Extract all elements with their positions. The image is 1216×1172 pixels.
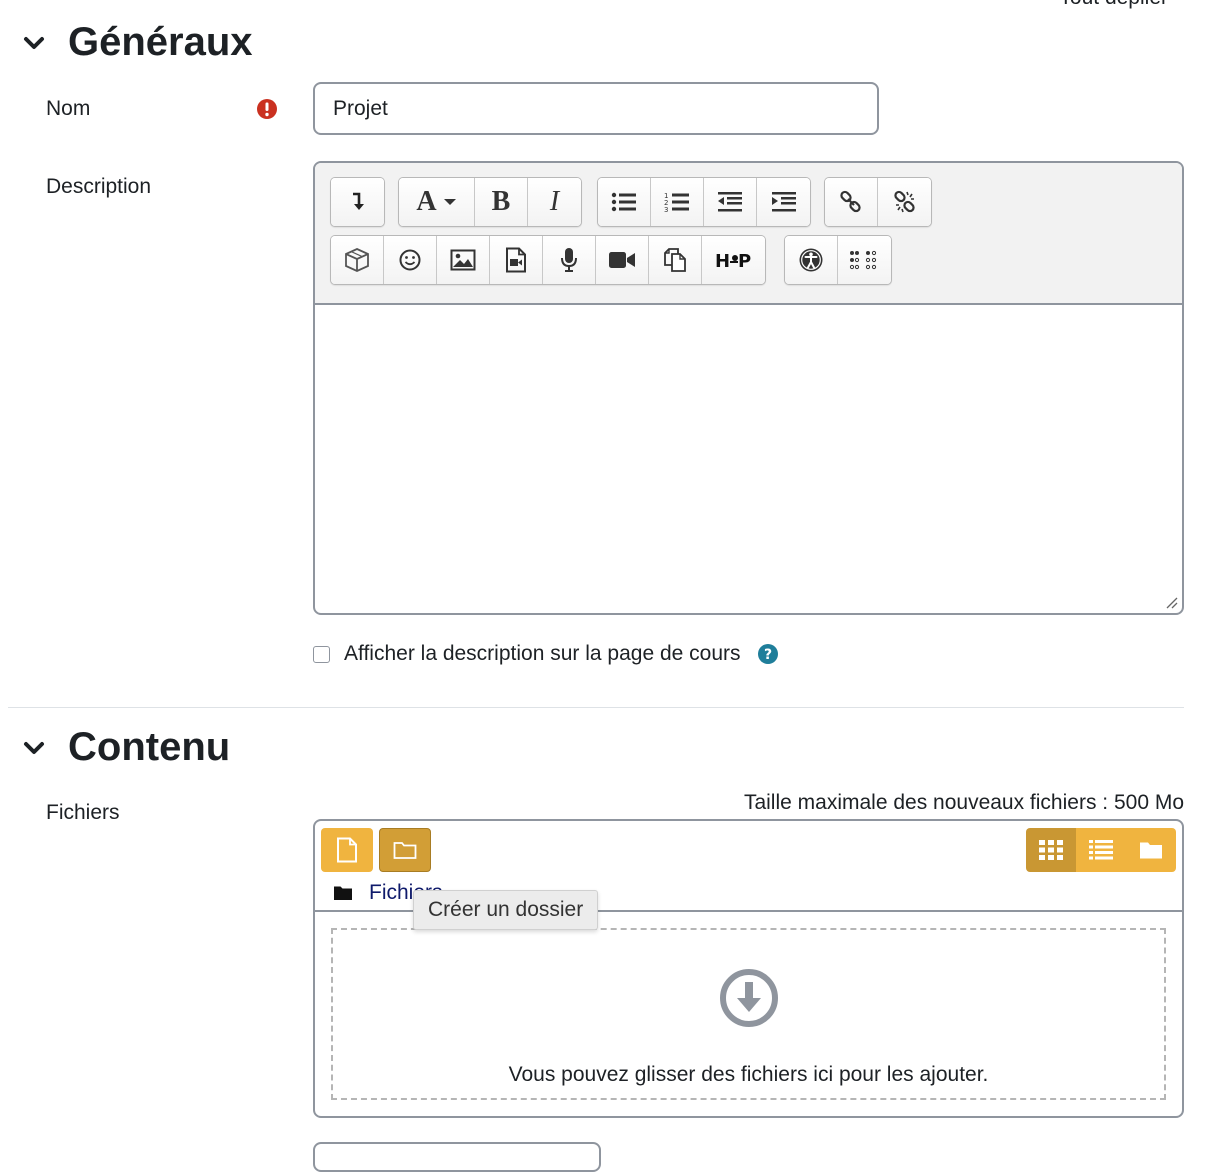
bold-button[interactable]: B: [475, 178, 528, 226]
record-audio-button[interactable]: [543, 236, 596, 284]
editor-content-area[interactable]: [315, 305, 1182, 613]
unlink-icon: [893, 190, 915, 213]
toolbar-group-collapse: [330, 177, 385, 227]
folder-solid-icon: [1140, 842, 1162, 859]
toolbar-group-style: A B I: [398, 177, 582, 227]
required-icon: [256, 98, 278, 120]
grid-icon: [1039, 840, 1063, 860]
copy-files-icon: [664, 248, 686, 272]
file-video-icon: [506, 247, 526, 273]
files-label: Fichiers: [46, 801, 120, 824]
name-label: Nom: [46, 97, 91, 120]
view-switcher: [1026, 828, 1176, 872]
view-list-button[interactable]: [1076, 828, 1126, 872]
expand-all-link[interactable]: Tout déplier: [1059, 0, 1168, 10]
braille-icon: [849, 250, 876, 270]
record-video-button[interactable]: [596, 236, 649, 284]
manage-files-button[interactable]: [649, 236, 702, 284]
folder-icon: [393, 842, 417, 859]
bullet-list-icon: [611, 192, 636, 212]
h5p-icon: HP: [715, 251, 751, 270]
create-folder-tooltip: Créer un dossier: [413, 890, 599, 930]
list-icon: [1089, 840, 1113, 860]
link-icon: [840, 190, 861, 213]
indent-icon: [771, 192, 796, 212]
view-icons-button[interactable]: [1026, 828, 1076, 872]
font-style-icon: A: [416, 186, 437, 217]
toolbar-group-insert: HP: [330, 235, 766, 285]
image-icon: [450, 249, 476, 271]
show-description-checkbox[interactable]: [313, 645, 330, 663]
accessibility-checker-button[interactable]: [785, 236, 838, 284]
numbered-list-icon: 123: [664, 192, 689, 213]
toolbar-group-lists: 123: [597, 177, 811, 227]
file-dropzone[interactable]: Vous pouvez glisser des fichiers ici pou…: [331, 928, 1166, 1100]
italic-button[interactable]: I: [528, 178, 581, 226]
indent-button[interactable]: [757, 178, 810, 226]
resize-handle-icon[interactable]: [1164, 595, 1178, 609]
show-description-row: Afficher la description sur la page de c…: [313, 642, 779, 666]
partial-button-below[interactable]: [313, 1142, 601, 1172]
svg-text:3: 3: [664, 206, 668, 213]
video-camera-icon: [609, 252, 635, 268]
font-style-button[interactable]: A: [399, 178, 475, 226]
editor-toolbar: A B I 123 H P: [315, 163, 1182, 305]
svg-text:P: P: [738, 251, 751, 270]
emoji-button[interactable]: [384, 236, 437, 284]
help-icon[interactable]: ?: [757, 643, 779, 665]
link-button[interactable]: [825, 178, 878, 226]
section-title-content: Contenu: [68, 725, 231, 769]
view-tree-button[interactable]: [1126, 828, 1176, 872]
bold-icon: B: [491, 186, 511, 217]
collapse-arrow-icon: [352, 192, 364, 210]
ordered-list-button[interactable]: 123: [651, 178, 704, 226]
section-general-header: Généraux: [20, 20, 253, 65]
create-folder-button[interactable]: [379, 828, 431, 872]
cube-icon: [345, 248, 369, 272]
download-circle-icon: [719, 968, 779, 1028]
file-icon: [337, 837, 357, 863]
folder-solid-icon: [334, 886, 352, 900]
outdent-button[interactable]: [704, 178, 757, 226]
microphone-icon: [561, 248, 577, 272]
file-manager: Fichiers Vous pouvez glisser des fichier…: [313, 819, 1184, 1118]
toolbar-group-links: [824, 177, 932, 227]
media-button[interactable]: [490, 236, 543, 284]
h5p-button[interactable]: HP: [702, 236, 765, 284]
accessibility-icon: [799, 248, 823, 272]
toolbar-group-accessibility: [784, 235, 892, 285]
description-label: Description: [46, 175, 152, 198]
show-description-label: Afficher la description sur la page de c…: [344, 642, 741, 665]
show-more-buttons[interactable]: [331, 178, 384, 226]
smiley-icon: [399, 249, 421, 271]
unlink-button[interactable]: [878, 178, 931, 226]
media-library-button[interactable]: [331, 236, 384, 284]
chevron-down-icon[interactable]: [20, 734, 48, 762]
section-divider: [8, 707, 1184, 708]
chevron-down-icon[interactable]: [20, 29, 48, 57]
outdent-icon: [718, 192, 742, 212]
name-input[interactable]: [313, 82, 879, 135]
svg-text:?: ?: [763, 647, 771, 663]
italic-icon: I: [549, 186, 560, 217]
add-file-button[interactable]: [321, 828, 373, 872]
unordered-list-button[interactable]: [598, 178, 651, 226]
svg-text:H: H: [715, 251, 730, 270]
dropzone-message: Vous pouvez glisser des fichiers ici pou…: [508, 1063, 989, 1086]
section-content-header: Contenu: [20, 725, 230, 770]
image-button[interactable]: [437, 236, 490, 284]
max-file-size-text: Taille maximale des nouveaux fichiers : …: [743, 791, 1184, 814]
screenreader-helper-button[interactable]: [838, 236, 891, 284]
section-title-general: Généraux: [68, 20, 253, 64]
description-editor: A B I 123 H P: [313, 161, 1184, 615]
